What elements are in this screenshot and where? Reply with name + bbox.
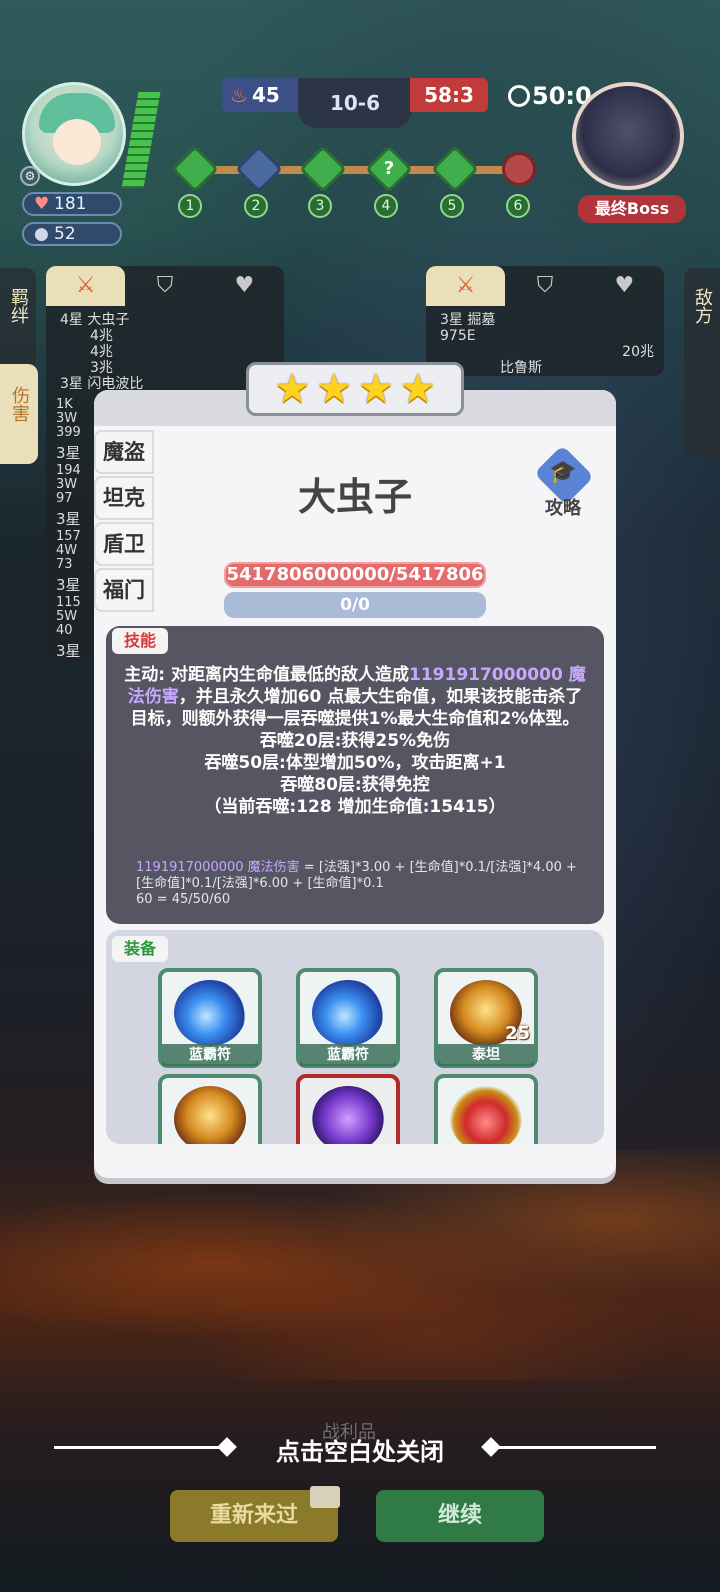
equipment-slot[interactable] xyxy=(296,1074,400,1144)
close-hint[interactable]: 点击空白处关闭 xyxy=(0,1432,720,1467)
mana-bar: 0/0 xyxy=(224,592,486,618)
blue-rune-icon xyxy=(312,980,384,1046)
left-team-score: ♨ 45 xyxy=(222,78,300,112)
damage-value: 20兆 xyxy=(622,344,654,360)
star-icon: ★ xyxy=(358,366,394,412)
damage-formula: 1191917000000 魔法伤害 = [法强]*3.00 + [生命值]*0… xyxy=(136,860,577,907)
continue-button[interactable]: 继续 xyxy=(376,1490,544,1542)
role-tags: 魔盗 坦克 盾卫 福门 xyxy=(94,430,154,614)
player-coin-pill: ● 52 xyxy=(22,222,122,246)
damage-value: 975E xyxy=(440,328,476,344)
equipment-slot[interactable]: 25 泰坦 xyxy=(434,968,538,1068)
boss-label: 最终Boss xyxy=(578,195,686,223)
damage-column: 1K 3W 399 3星 194 3W 97 3星 157 4W 73 3星 1… xyxy=(56,397,81,660)
equipment-slot[interactable] xyxy=(434,1074,538,1144)
blue-rune-icon xyxy=(174,980,246,1046)
star-icon: ★ xyxy=(399,366,436,412)
equipment-slot[interactable]: 蓝霸符 xyxy=(158,968,262,1068)
coin-icon: ● xyxy=(34,224,49,244)
role-tag[interactable]: 福门 xyxy=(94,568,154,612)
shield-icon[interactable]: ⛉ xyxy=(505,266,584,306)
guide-label: 攻略 xyxy=(545,498,581,519)
hp-bar: 5417806000000/5417806 xyxy=(224,562,486,588)
skill-description: 主动: 对距离内生命值最低的敌人造成1191917000000 魔法伤害，并且永… xyxy=(124,665,586,817)
sword-icon[interactable]: ⚔ xyxy=(426,266,506,306)
round-indicator: 10-6 xyxy=(298,78,412,128)
star-rating: ★ ★ ★ ★ xyxy=(246,362,464,416)
stage-number: 5 xyxy=(440,194,464,218)
skill-tag: 技能 xyxy=(112,628,169,654)
boss-portrait[interactable] xyxy=(572,82,684,190)
graduation-cap-icon: 🎓 xyxy=(549,460,577,485)
mystery-stage-icon: ? xyxy=(383,158,395,179)
damage-value: 4兆 xyxy=(90,328,113,344)
video-ad-icon xyxy=(310,1486,340,1508)
clock-icon xyxy=(508,85,530,107)
avatar-face xyxy=(53,119,101,165)
unit-row: 3星 掘墓 xyxy=(440,312,496,328)
stage-number: 4 xyxy=(374,194,398,218)
flame-icon: ♨ xyxy=(230,83,248,107)
heart-icon[interactable]: ♥ xyxy=(585,266,664,306)
damage-value: 4兆 xyxy=(90,344,113,360)
stage-number: 1 xyxy=(178,194,202,218)
equipment-slot[interactable]: 蓝霸符 xyxy=(296,968,400,1068)
shield-icon[interactable]: ⛉ xyxy=(125,266,204,306)
golden-helmet-icon xyxy=(174,1086,246,1144)
heart-icon: ♥ xyxy=(34,194,50,214)
tab-enemy[interactable]: 敌方 xyxy=(684,268,720,458)
battle-timer: 50:0 xyxy=(508,82,592,110)
star-icon: ★ xyxy=(274,366,311,412)
strategy-guide-button[interactable]: 🎓 攻略 xyxy=(530,445,596,519)
player-hp-pill: ♥ 181 xyxy=(22,192,122,216)
star-icon: ★ xyxy=(316,366,352,412)
heart-icon[interactable]: ♥ xyxy=(205,266,284,306)
tab-bonds[interactable]: 羁绊 伤害 xyxy=(0,268,38,464)
role-tag[interactable]: 盾卫 xyxy=(94,522,154,566)
equipment-slot[interactable] xyxy=(158,1074,262,1144)
heart-armor-icon xyxy=(450,1086,522,1144)
enemy-stats-panel: ⚔ ⛉ ♥ 3星 掘墓 975E 20兆 比鲁斯 xyxy=(426,266,664,376)
right-team-score: 58:3 xyxy=(410,78,488,112)
tab-damage[interactable]: 伤害 xyxy=(0,364,38,464)
stage-number: 3 xyxy=(308,194,332,218)
equipment-tag: 装备 xyxy=(112,936,169,962)
settings-gear-icon[interactable]: ⚙ xyxy=(20,166,40,186)
purple-tome-icon xyxy=(312,1086,384,1144)
unit-row: 4星 大虫子 xyxy=(60,312,130,328)
equipment-section: 蓝霸符 蓝霸符 25 泰坦 xyxy=(106,930,604,1144)
stage-number: 2 xyxy=(244,194,268,218)
sword-icon[interactable]: ⚔ xyxy=(46,266,126,306)
stage-number: 6 xyxy=(506,194,530,218)
